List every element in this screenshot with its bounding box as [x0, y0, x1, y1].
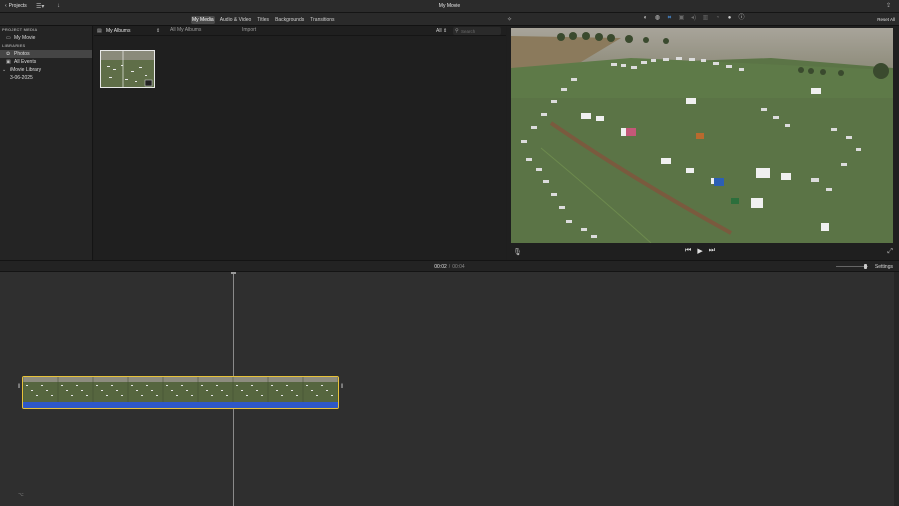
media-tabs: My Media Audio & Video Titles Background…	[191, 16, 336, 24]
timeline-scrollbar[interactable]	[894, 272, 899, 506]
sidebar-item-my-movie[interactable]: ▭ My Movie	[0, 34, 92, 42]
projects-button[interactable]: ‹ Projects	[5, 3, 27, 9]
download-icon[interactable]: ↓	[57, 3, 60, 9]
speed-icon[interactable]: ◔	[714, 15, 721, 22]
video-clip[interactable]	[22, 376, 339, 409]
clip-list-icon[interactable]: ☰▾	[36, 3, 44, 10]
events-icon: ▣	[6, 59, 11, 65]
tab-audio-video[interactable]: Audio & Video	[219, 16, 253, 24]
project-title: My Movie	[438, 3, 461, 9]
volume-icon[interactable]: ◂)	[690, 15, 697, 22]
reset-all-button[interactable]: Reset All	[877, 17, 895, 22]
transport-group: ⏮ ▶ ⏭	[685, 247, 715, 255]
tab-titles[interactable]: Titles	[256, 16, 270, 24]
album-select[interactable]: My Albums	[106, 28, 130, 34]
sidebar-item-label: Photos	[14, 51, 30, 57]
timeline-header: 00:02/00:04 Settings	[0, 260, 899, 272]
skip-back-icon[interactable]: ⏮	[685, 247, 691, 255]
audio-waveform-track[interactable]	[23, 402, 338, 408]
search-input[interactable]	[461, 28, 499, 34]
browser-toolbar: ▤ My Albums ⇕ All My Albums Import All ⇕…	[94, 26, 506, 36]
film-icon: ▭	[6, 35, 11, 41]
share-icon[interactable]: ⇪	[886, 2, 891, 9]
clip-trim-handle-right[interactable]: ‖	[341, 384, 344, 398]
sidebar-item-label: All Events	[14, 59, 37, 65]
chevron-left-icon: ‹	[5, 3, 7, 9]
play-icon[interactable]: ▶	[697, 247, 702, 255]
search-field[interactable]: ⚲	[453, 27, 501, 35]
playback-controls: 🎙︎ ⏮ ▶ ⏭ ⤢	[507, 246, 899, 258]
tab-backgrounds[interactable]: Backgrounds	[274, 16, 305, 24]
color-balance-icon[interactable]: ◐	[642, 15, 649, 22]
timeline[interactable]: ‖ ‖ ⌥	[0, 272, 899, 506]
sidebar-item-imovie-library[interactable]: ⌄ iMovie Library	[0, 66, 92, 74]
tab-my-media[interactable]: My Media	[191, 16, 215, 24]
chevron-down-icon[interactable]: ⌄	[2, 66, 7, 74]
current-time: 00:02	[434, 264, 447, 270]
media-thumbnail[interactable]	[100, 50, 155, 88]
top-toolbar: ‹ Projects ☰▾ ↓ My Movie ⇪	[0, 0, 899, 13]
zoom-slider-knob[interactable]	[864, 264, 867, 269]
sidebar-item-photos[interactable]: ✿ Photos	[0, 50, 92, 58]
sidebar-toggle-icon[interactable]: ▤	[97, 28, 102, 34]
project-media-heading: PROJECT MEDIA	[2, 27, 38, 32]
video-preview[interactable]	[511, 28, 893, 243]
libraries-sidebar: PROJECT MEDIA ▭ My Movie LIBRARIES ✿ Pho…	[0, 26, 93, 260]
skip-forward-icon[interactable]: ⏭	[709, 247, 715, 255]
sidebar-item-label: iMovie Library	[10, 67, 42, 73]
clip-filter-icon[interactable]: ●	[726, 15, 733, 22]
libraries-heading: LIBRARIES	[2, 43, 26, 48]
clip-filmstrip	[23, 377, 338, 404]
total-time: 00:04	[452, 264, 465, 270]
import-label[interactable]: Import	[242, 27, 256, 33]
noise-eq-icon[interactable]: ▥	[702, 15, 709, 22]
filter-select[interactable]: All ⇕	[436, 28, 447, 34]
time-separator: /	[448, 264, 451, 270]
photos-icon: ✿	[6, 51, 11, 57]
sidebar-item-label: My Movie	[14, 35, 36, 41]
settings-button[interactable]: Settings	[875, 264, 893, 270]
stabilization-icon[interactable]: ▣	[678, 15, 685, 22]
clip-trim-handle-left[interactable]: ‖	[18, 384, 21, 398]
updown-chevron-icon[interactable]: ⇕	[156, 28, 160, 34]
media-tab-bar: My Media Audio & Video Titles Background…	[0, 13, 899, 26]
info-icon[interactable]: ⓘ	[738, 15, 745, 22]
microphone-icon[interactable]: 🎙︎	[513, 248, 522, 256]
search-icon: ⚲	[455, 28, 459, 34]
timeline-zoom-slider[interactable]	[836, 264, 868, 269]
projects-label: Projects	[8, 3, 27, 9]
timeline-options-icon[interactable]: ⌥	[18, 492, 24, 498]
all-my-albums-label: All My Albums	[170, 27, 202, 33]
fullscreen-icon[interactable]: ⤢	[887, 248, 893, 256]
timecode: 00:02/00:04	[0, 264, 899, 270]
sidebar-item-label: 3-06-2025	[10, 75, 33, 81]
sidebar-item-all-events[interactable]: ▣ All Events	[0, 58, 92, 66]
media-browser: ▤ My Albums ⇕ All My Albums Import All ⇕…	[94, 26, 506, 260]
sidebar-item-event[interactable]: 3-06-2025	[0, 74, 92, 82]
crop-icon[interactable]: ⌗	[666, 15, 673, 22]
tab-transitions[interactable]: Transitions	[309, 16, 335, 24]
magic-wand-icon[interactable]: ✧	[507, 16, 512, 23]
viewer: 🎙︎ ⏮ ▶ ⏭ ⤢	[507, 26, 899, 260]
viewer-tools: ◐ ◍ ⌗ ▣ ◂) ▥ ◔ ● ⓘ	[642, 15, 745, 22]
color-correction-icon[interactable]: ◍	[654, 15, 661, 22]
